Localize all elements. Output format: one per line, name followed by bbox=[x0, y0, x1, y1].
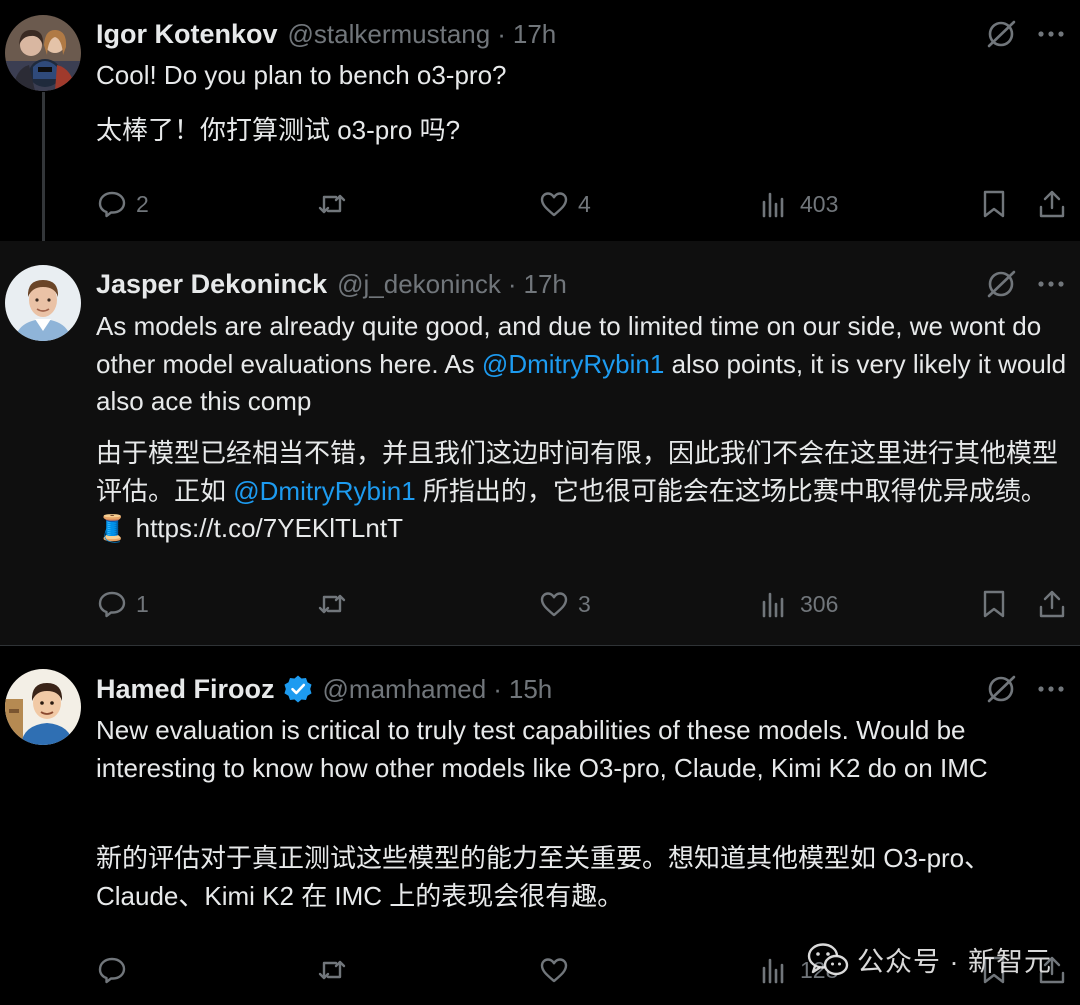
views-icon bbox=[762, 958, 784, 984]
tweet-text-zh: 新的评估对于真正测试这些模型的能力至关重要。想知道其他模型如 O3-pro、Cl… bbox=[96, 843, 991, 911]
tweet-text-zh: 太棒了！你打算测试 o3-pro 吗? bbox=[96, 115, 461, 145]
timestamp[interactable]: 17h bbox=[524, 269, 567, 300]
retweet-icon bbox=[318, 594, 346, 614]
like-count: 3 bbox=[578, 590, 591, 617]
thread-emoji: 🧵 bbox=[96, 513, 129, 543]
author-handle[interactable]: @stalkermustang bbox=[288, 19, 491, 50]
tweet-text-en: New evaluation is critical to truly test… bbox=[96, 715, 988, 783]
more-icon[interactable] bbox=[1034, 672, 1068, 706]
views-button[interactable]: 403 bbox=[760, 184, 838, 224]
timestamp[interactable]: 15h bbox=[509, 674, 552, 705]
retweet-button[interactable] bbox=[316, 584, 356, 624]
reply-button[interactable]: 1 bbox=[96, 584, 149, 624]
like-icon bbox=[540, 192, 568, 217]
wechat-watermark: 公众号 · 新智元 bbox=[807, 940, 1052, 979]
reply-icon bbox=[98, 591, 126, 618]
bookmark-button[interactable] bbox=[978, 584, 1010, 624]
separator-dot: · bbox=[493, 673, 502, 704]
view-count: 306 bbox=[800, 590, 839, 617]
avatar[interactable] bbox=[5, 265, 81, 341]
bookmark-button[interactable] bbox=[978, 184, 1010, 224]
more-icon[interactable] bbox=[1034, 267, 1068, 301]
reply-count: 2 bbox=[136, 190, 149, 217]
reply-count: 1 bbox=[136, 590, 149, 617]
tweet-text-en: As models are already quite good, and du… bbox=[96, 308, 1071, 421]
separator-dot: · bbox=[507, 268, 517, 299]
watermark-text: 公众号 · 新智元 bbox=[857, 947, 1052, 977]
retweet-icon bbox=[318, 960, 346, 980]
author-handle[interactable]: @j_dekoninck bbox=[337, 269, 501, 300]
like-button[interactable]: 4 bbox=[538, 184, 591, 224]
thread-line bbox=[42, 92, 45, 260]
text-segment: 所指出的，它也很可能会在这场比赛中取得优异成绩。 bbox=[422, 475, 1047, 506]
tweet-header: Jasper Dekoninck @j_dekoninck · 17h bbox=[96, 267, 567, 301]
retweet-icon bbox=[318, 194, 346, 214]
view-count: 403 bbox=[800, 190, 839, 217]
like-button[interactable]: 3 bbox=[538, 584, 591, 624]
like-icon bbox=[540, 958, 568, 983]
verified-badge-icon bbox=[283, 674, 313, 704]
grok-icon[interactable] bbox=[984, 17, 1018, 51]
tweet-1[interactable]: Igor Kotenkov @stalkermustang · 17h Cool… bbox=[0, 0, 1080, 260]
avatar[interactable] bbox=[5, 669, 81, 745]
tweet-header: Igor Kotenkov @stalkermustang · 17h bbox=[96, 17, 556, 51]
views-icon bbox=[762, 192, 784, 218]
action-bar: 2 4 403 bbox=[0, 184, 1080, 224]
views-button[interactable]: 306 bbox=[760, 584, 838, 624]
wechat-icon bbox=[807, 942, 849, 975]
share-button[interactable] bbox=[1036, 584, 1068, 624]
avatar[interactable] bbox=[5, 15, 81, 91]
separator-dot: · bbox=[497, 18, 506, 49]
share-button[interactable] bbox=[1036, 184, 1068, 224]
more-icon[interactable] bbox=[1034, 17, 1068, 51]
tweet-text-en: Cool! Do you plan to bench o3-pro? bbox=[96, 60, 507, 90]
tweet-2[interactable]: Jasper Dekoninck @j_dekoninck · 17h As m… bbox=[0, 241, 1080, 645]
author-name[interactable]: Jasper Dekoninck bbox=[96, 269, 327, 300]
mention-link[interactable]: @DmitryRybin1 bbox=[482, 349, 664, 379]
author-name[interactable]: Igor Kotenkov bbox=[96, 19, 278, 50]
timestamp[interactable]: 17h bbox=[513, 19, 556, 50]
grok-icon[interactable] bbox=[984, 267, 1018, 301]
bookmark-icon bbox=[983, 190, 1005, 218]
like-button[interactable] bbox=[538, 950, 578, 990]
like-count: 4 bbox=[578, 190, 591, 217]
action-bar: 1 3 306 bbox=[0, 584, 1080, 624]
retweet-button[interactable] bbox=[316, 184, 356, 224]
tweet-text-zh: 由于模型已经相当不错，并且我们这边时间有限，因此我们不会在这里进行其他模型评估。… bbox=[96, 435, 1071, 548]
reply-icon bbox=[98, 957, 126, 984]
reply-icon bbox=[98, 191, 126, 218]
like-icon bbox=[540, 592, 568, 617]
link-text[interactable]: https://t.co/7YEKlTLntT bbox=[136, 513, 403, 543]
retweet-button[interactable] bbox=[316, 950, 356, 990]
author-handle[interactable]: @mamhamed bbox=[323, 674, 487, 705]
views-icon bbox=[762, 592, 784, 618]
reply-button[interactable]: 2 bbox=[96, 184, 149, 224]
share-icon bbox=[1039, 190, 1065, 218]
mention-link[interactable]: @DmitryRybin1 bbox=[233, 476, 415, 506]
reply-button[interactable] bbox=[96, 950, 136, 990]
bookmark-icon bbox=[983, 590, 1005, 618]
grok-icon[interactable] bbox=[984, 672, 1018, 706]
tweet-header: Hamed Firooz @mamhamed · 15h bbox=[96, 672, 552, 706]
author-name[interactable]: Hamed Firooz bbox=[96, 674, 275, 705]
share-icon bbox=[1039, 590, 1065, 618]
reply-feed: Igor Kotenkov @stalkermustang · 17h Cool… bbox=[0, 0, 1080, 1005]
